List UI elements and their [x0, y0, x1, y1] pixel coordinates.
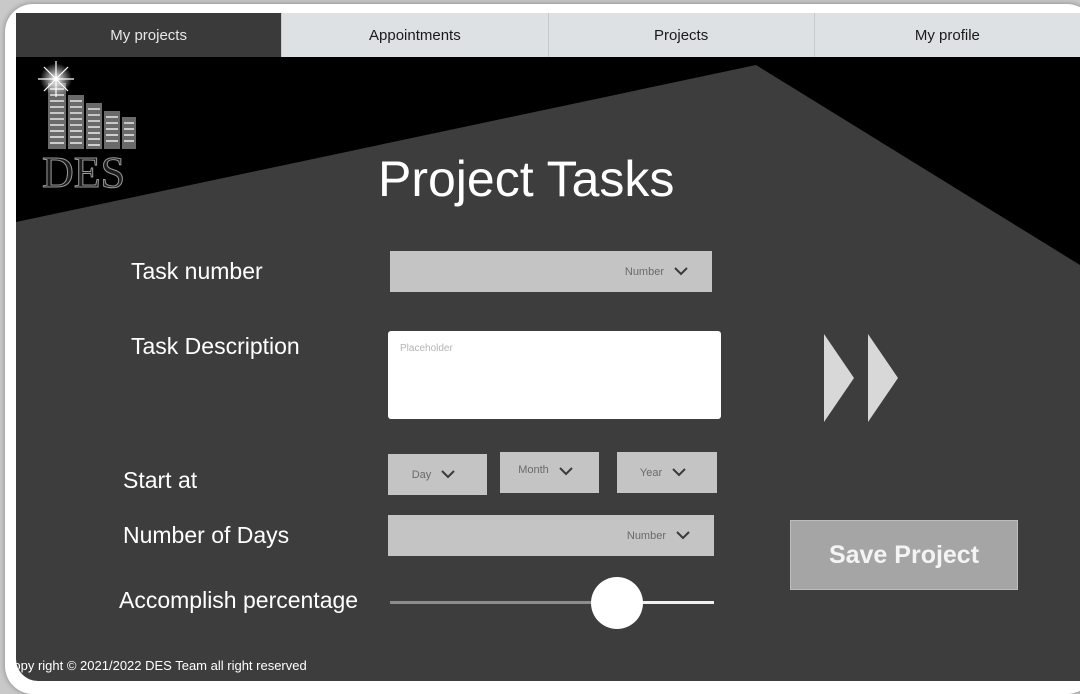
chevron-down-icon: [441, 468, 463, 482]
top-navigation: My projects Appointments Projects My pro…: [16, 13, 1080, 57]
fast-forward-icon[interactable]: [824, 334, 900, 422]
app-screen: My projects Appointments Projects My pro…: [16, 13, 1080, 681]
task-description-label: Task Description: [131, 333, 300, 359]
tab-my-projects[interactable]: My projects: [16, 13, 282, 57]
accomplish-percentage-slider[interactable]: [390, 575, 714, 631]
chevron-down-icon: [676, 529, 698, 543]
number-of-days-select[interactable]: Number: [388, 515, 714, 556]
page-title: Project Tasks: [378, 151, 675, 207]
year-select-value: Year: [639, 466, 663, 479]
task-number-label: Task number: [131, 258, 263, 284]
month-select[interactable]: Month: [500, 452, 599, 493]
logo-text: DES: [42, 148, 125, 195]
day-select[interactable]: Day: [388, 454, 487, 495]
des-logo: DES: [36, 59, 146, 198]
tab-projects[interactable]: Projects: [547, 13, 814, 57]
task-description-placeholder: Placeholder: [400, 343, 453, 354]
number-of-days-label: Number of Days: [123, 522, 290, 548]
tab-my-profile[interactable]: My profile: [813, 13, 1080, 57]
chevron-down-icon: [559, 464, 581, 478]
save-project-button[interactable]: Save Project: [790, 520, 1018, 590]
chevron-down-icon: [672, 466, 694, 480]
slider-thumb[interactable]: [591, 577, 643, 629]
task-number-select[interactable]: Number: [390, 251, 712, 292]
footer-copyright: Copy right © 2021/2022 DES Team all righ…: [16, 658, 307, 673]
slider-track-filled: [390, 601, 617, 604]
number-of-days-select-value: Number: [626, 529, 666, 542]
chevron-down-icon: [674, 265, 696, 279]
year-select[interactable]: Year: [617, 452, 717, 493]
month-select-value: Month: [518, 464, 549, 476]
start-at-label: Start at: [123, 467, 198, 493]
accomplish-percentage-label: Accomplish percentage: [119, 587, 359, 613]
day-select-value: Day: [411, 468, 432, 481]
task-number-select-value: Number: [624, 265, 664, 278]
task-description-textarea[interactable]: Placeholder: [388, 331, 721, 419]
tab-appointments[interactable]: Appointments: [281, 13, 548, 57]
